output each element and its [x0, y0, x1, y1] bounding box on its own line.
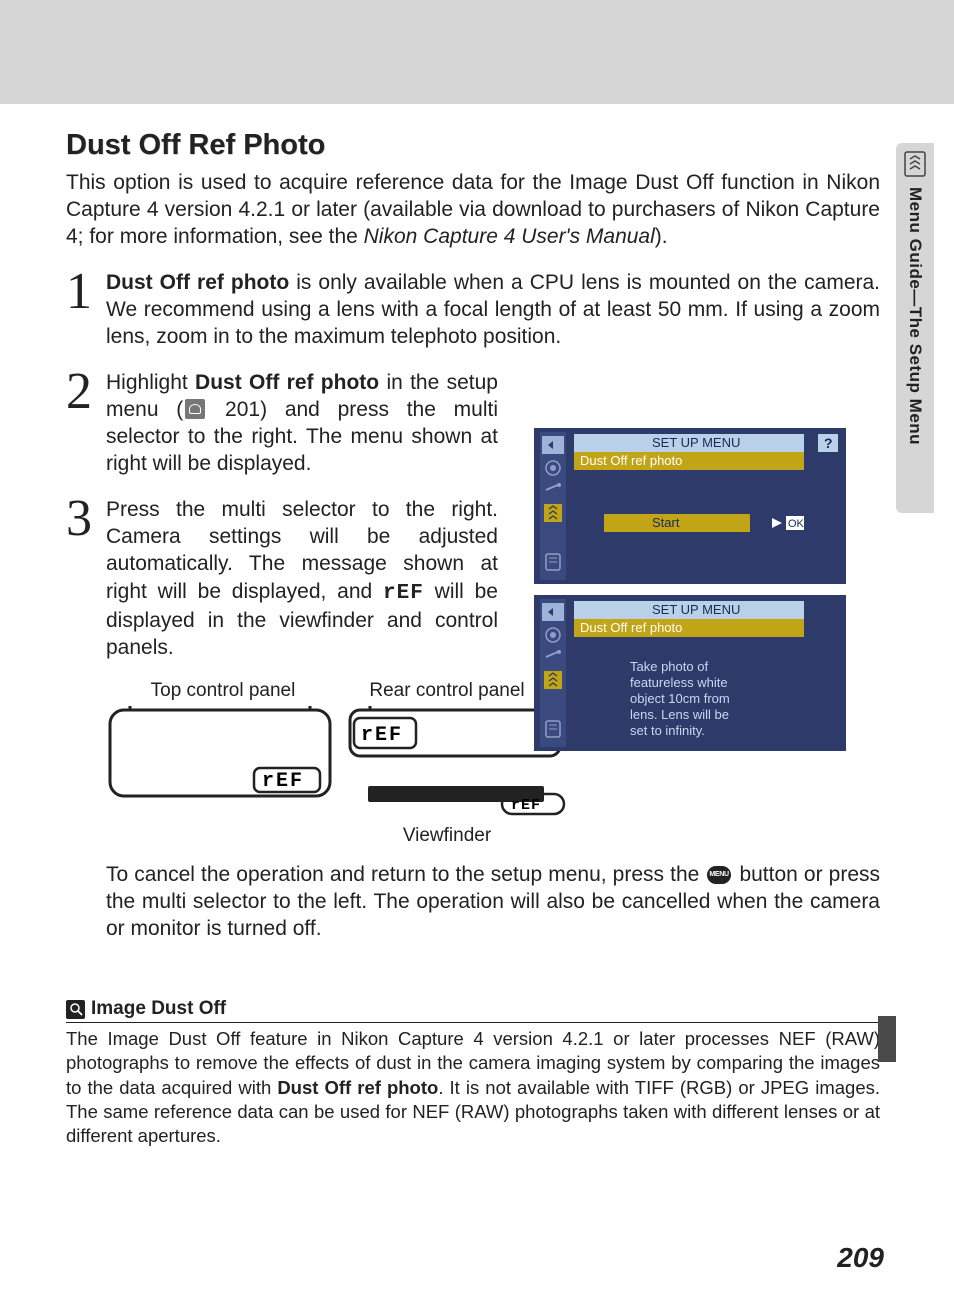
svg-text:lens. Lens will be: lens. Lens will be [630, 707, 729, 722]
svg-text:Take photo of: Take photo of [630, 659, 708, 674]
step-1: 1 Dust Off ref photo is only available w… [66, 269, 880, 351]
svg-text:set to infinity.: set to infinity. [630, 723, 705, 738]
page-ref-icon [185, 399, 205, 419]
step-number: 2 [66, 369, 100, 478]
svg-text:?: ? [824, 435, 833, 451]
step-number: 3 [66, 496, 100, 662]
svg-text:rEF: rEF [511, 797, 541, 814]
intro-text: This option is used to acquire reference… [66, 169, 880, 251]
header-bar [0, 0, 954, 104]
note-block: Image Dust Off The Image Dust Off featur… [66, 998, 880, 1147]
cancel-text: To cancel the operation and return to th… [106, 861, 880, 943]
svg-text:SET UP MENU: SET UP MENU [652, 602, 740, 617]
screen-start: SET UP MENU Dust Off ref photo Start OK … [534, 428, 846, 584]
svg-text:rEF: rEF [361, 724, 403, 747]
svg-text:OK: OK [788, 518, 805, 530]
panels-svg: rEF rEF rEF [106, 706, 574, 816]
top-panel-label: Top control panel [106, 680, 340, 702]
viewfinder-label: Viewfinder [348, 825, 546, 847]
svg-text:Start: Start [652, 515, 680, 530]
thumb-index [878, 1016, 896, 1062]
side-label: Menu Guide—The Setup Menu [905, 187, 925, 445]
svg-text:Dust Off ref photo: Dust Off ref photo [580, 453, 682, 468]
note-title: Image Dust Off [91, 998, 226, 1020]
setup-icon [904, 151, 926, 177]
magnifier-icon [66, 1000, 85, 1019]
svg-text:featureless white: featureless white [630, 675, 728, 690]
side-tab: Menu Guide—The Setup Menu [888, 143, 954, 1033]
step-number: 1 [66, 269, 100, 351]
svg-text:object 10cm from: object 10cm from [630, 691, 730, 706]
screen-message: SET UP MENU Dust Off ref photo Take phot… [534, 595, 846, 751]
svg-text:Dust Off ref photo: Dust Off ref photo [580, 620, 682, 635]
seg-display: rEF [262, 770, 304, 793]
page-title: Dust Off Ref Photo [66, 128, 880, 163]
menu-button-icon [707, 866, 731, 884]
page-number: 209 [837, 1242, 884, 1274]
svg-text:SET UP MENU: SET UP MENU [652, 435, 740, 450]
rear-panel-label: Rear control panel [348, 680, 546, 702]
